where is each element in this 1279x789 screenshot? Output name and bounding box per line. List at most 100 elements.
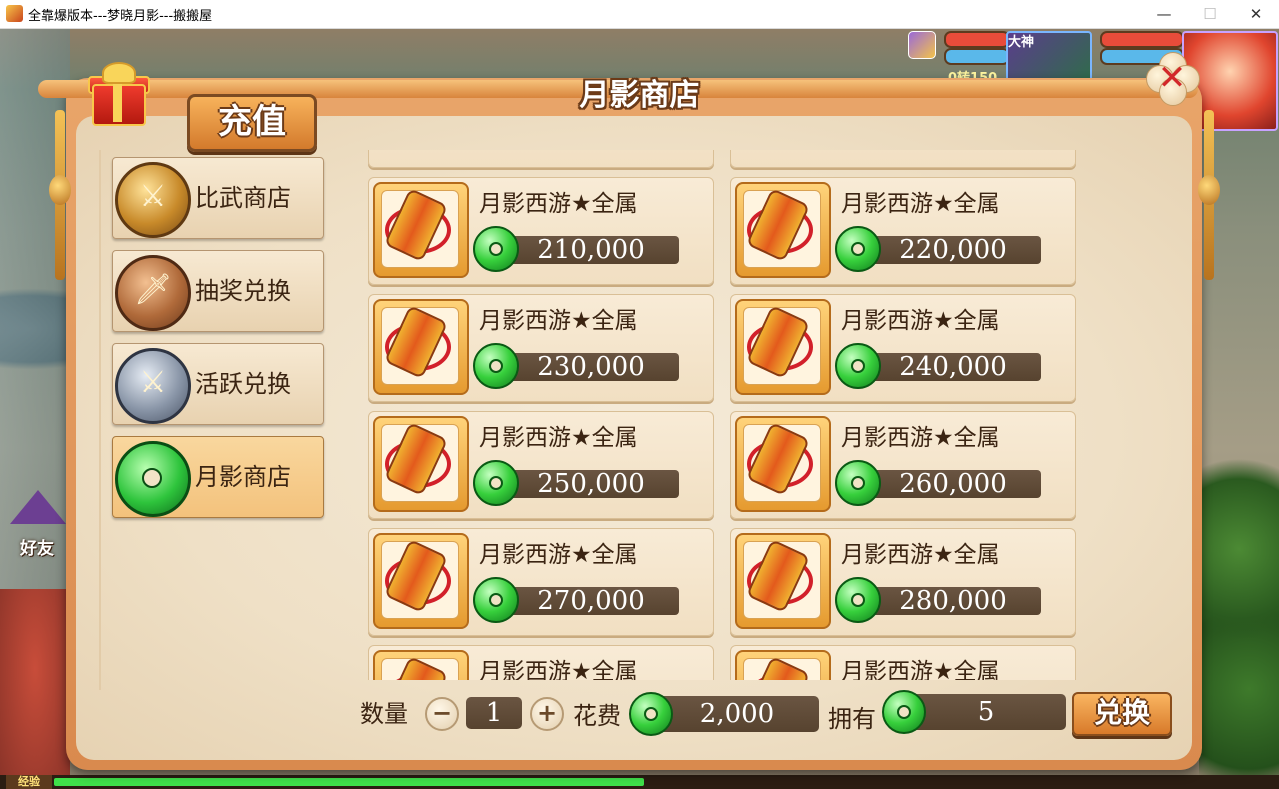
item-name: 月影西游★全属 — [841, 191, 1000, 217]
item-price: 260,000 — [899, 469, 1007, 499]
item-price: 270,000 — [537, 586, 645, 616]
scroll-item-icon — [735, 416, 831, 512]
jade-coin-icon — [835, 460, 881, 506]
window-titlebar: 全靠爆版本---梦晓月影---搬搬屋 — ☐ ✕ — [0, 0, 1279, 29]
item-price: 210,000 — [537, 235, 645, 265]
item-card[interactable]: 月影西游★全属 240,000 — [730, 294, 1076, 402]
sidebar-item-arena-shop[interactable]: ⚔ 比武商店 — [112, 157, 324, 239]
jade-coin-icon — [835, 226, 881, 272]
pet-hp-bar — [1100, 31, 1184, 48]
item-name: 月影西游★全属 — [479, 659, 638, 680]
scroll-item-icon — [373, 182, 469, 278]
price-bar: 250,000 — [491, 470, 679, 498]
owned-value: 5 — [906, 694, 1066, 730]
silver-sword-icon: ⚔ — [115, 348, 191, 424]
close-button[interactable]: ✕ — [1146, 52, 1200, 106]
item-price: 220,000 — [899, 235, 1007, 265]
plus-button[interactable]: + — [530, 697, 564, 731]
minus-button[interactable]: − — [425, 697, 459, 731]
minimize-button[interactable]: — — [1141, 0, 1187, 28]
item-card[interactable]: 月影西游★全属 260,000 — [730, 411, 1076, 519]
sword-glyph: ⚔ — [139, 365, 167, 400]
item-card[interactable]: 月影西游★全属 280,000 — [730, 528, 1076, 636]
price-bar: 230,000 — [491, 353, 679, 381]
item-name: 月影西游★全属 — [479, 308, 638, 334]
jade-coin-icon — [629, 692, 673, 736]
item-card[interactable]: 月影西游★全属 210,000 — [368, 177, 714, 285]
scroll-item-icon — [735, 182, 831, 278]
item-card-partial[interactable] — [730, 150, 1076, 168]
gift-icon[interactable] — [86, 62, 150, 126]
item-price: 280,000 — [899, 586, 1007, 616]
sword-emblem-icon: 🗡 — [115, 255, 191, 331]
item-price: 240,000 — [899, 352, 1007, 382]
item-card[interactable]: 月影西游★全属 270,000 — [368, 528, 714, 636]
sidebar-item-label: 比武商店 — [195, 184, 291, 212]
cost-value: 2,000 — [655, 696, 819, 732]
item-name: 月影西游★全属 — [841, 542, 1000, 568]
price-bar: 260,000 — [853, 470, 1041, 498]
item-name: 月影西游★全属 — [479, 425, 638, 451]
mp-bar — [944, 48, 1010, 65]
item-card[interactable]: 月影西游★全属 — [368, 645, 714, 680]
owned-label: 拥有 — [828, 705, 876, 733]
price-bar: 280,000 — [853, 587, 1041, 615]
bg-tree — [1199, 449, 1279, 779]
item-name: 月影西游★全属 — [841, 425, 1000, 451]
exchange-button[interactable]: 兑换 — [1072, 692, 1172, 736]
exp-fill — [54, 778, 644, 786]
left-tassel-knob — [49, 175, 71, 205]
sidebar-item-lottery-exchange[interactable]: 🗡 抽奖兑换 — [112, 250, 324, 332]
maximize-button[interactable]: ☐ — [1187, 0, 1233, 28]
hp-bar — [944, 31, 1010, 48]
scroll-item-icon — [373, 299, 469, 395]
quantity-field[interactable]: 1 — [466, 697, 522, 729]
scroll-item-icon — [373, 533, 469, 629]
jade-coin-icon — [473, 577, 519, 623]
item-grid[interactable]: 月影西游★全属 210,000 月影西游★全属 220,000 月影西游★全属 … — [360, 150, 1090, 680]
window-close-button[interactable]: ✕ — [1233, 0, 1279, 28]
wizard-hat-icon — [10, 490, 66, 524]
scroll-item-icon — [373, 650, 469, 680]
sidebar-item-moonshadow-shop[interactable]: 月影商店 — [112, 436, 324, 518]
item-card[interactable]: 月影西游★全属 220,000 — [730, 177, 1076, 285]
scroll-item-icon — [735, 533, 831, 629]
close-icon: ✕ — [1157, 58, 1187, 98]
item-price: 230,000 — [537, 352, 645, 382]
hero-tag: 大神 — [1008, 35, 1035, 50]
sidebar-item-label: 活跃兑换 — [195, 370, 291, 398]
recharge-button[interactable]: 充值 — [187, 94, 317, 152]
price-bar: 240,000 — [853, 353, 1041, 381]
app-icon — [6, 5, 23, 22]
quantity-label: 数量 — [360, 700, 408, 728]
jade-coin-icon — [835, 577, 881, 623]
sidebar-item-label: 抽奖兑换 — [195, 277, 291, 305]
item-card[interactable]: 月影西游★全属 230,000 — [368, 294, 714, 402]
jade-coin-icon — [882, 690, 926, 734]
window-title: 全靠爆版本---梦晓月影---搬搬屋 — [28, 9, 213, 24]
sidebar-divider — [99, 150, 101, 690]
exp-bar: 经验 — [0, 775, 1279, 789]
sidebar-item-activity-exchange[interactable]: ⚔ 活跃兑换 — [112, 343, 324, 425]
item-card[interactable]: 月影西游★全属 — [730, 645, 1076, 680]
friend-label: 好友 — [20, 539, 54, 559]
price-bar: 210,000 — [491, 236, 679, 264]
crossed-swords-icon: ⚔ — [115, 162, 191, 238]
item-card[interactable]: 月影西游★全属 250,000 — [368, 411, 714, 519]
crossed-swords-glyph: ⚔ — [139, 179, 167, 214]
bg-character — [0, 589, 70, 789]
item-name: 月影西游★全属 — [479, 542, 638, 568]
sword-glyph: 🗡 — [133, 272, 173, 307]
jade-coin-icon — [835, 343, 881, 389]
cost-label: 花费 — [573, 702, 621, 730]
buff-icon[interactable] — [908, 31, 936, 59]
friend-button[interactable]: 好友 — [6, 490, 66, 560]
item-price: 250,000 — [537, 469, 645, 499]
scroll-item-icon — [735, 299, 831, 395]
jade-coin-icon — [473, 226, 519, 272]
item-name: 月影西游★全属 — [479, 191, 638, 217]
jade-coin-icon — [473, 460, 519, 506]
price-bar: 270,000 — [491, 587, 679, 615]
sidebar-item-label: 月影商店 — [195, 463, 291, 491]
item-card-partial[interactable] — [368, 150, 714, 168]
